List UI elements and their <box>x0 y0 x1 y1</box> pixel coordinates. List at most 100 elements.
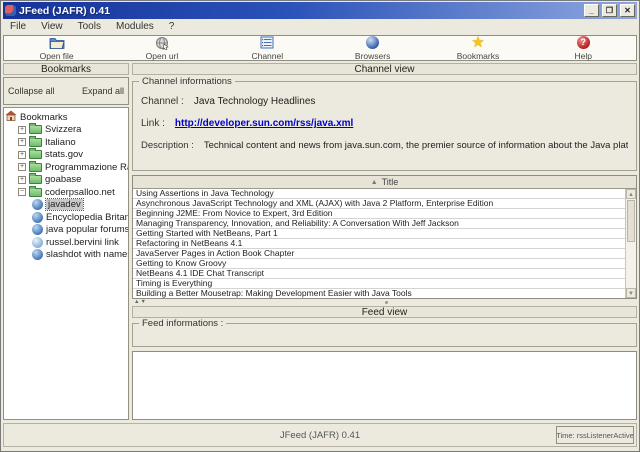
scroll-up-icon[interactable]: ▲ <box>626 189 636 199</box>
tree-folder-label: coderpsalloo.net <box>45 186 115 198</box>
article-row[interactable]: Getting to Know Groovy <box>133 259 625 269</box>
tree-root[interactable]: Bookmarks <box>5 110 127 124</box>
tree-feed-label-selected: javadev <box>45 198 84 212</box>
tree-folder-label: Svizzera <box>45 124 82 136</box>
expand-handle-icon[interactable]: + <box>18 138 26 147</box>
scroll-down-icon[interactable]: ▼ <box>626 288 636 298</box>
tree-feed-label: russel.bervini link <box>46 236 119 248</box>
tree-folder-coderpsalloo[interactable]: − coderpsalloo.net <box>5 185 127 199</box>
folder-icon <box>29 160 42 172</box>
article-row[interactable]: JavaServer Pages in Action Book Chapter <box>133 249 625 259</box>
table-scrollbar[interactable]: ▲ ▼ <box>625 189 636 298</box>
open-file-button[interactable]: Open file <box>17 36 97 61</box>
tree-folder-svizzera[interactable]: + Svizzera <box>5 123 127 137</box>
help-button[interactable]: ? Help <box>543 36 623 61</box>
feed-icon <box>32 211 43 223</box>
feed-icon <box>32 199 43 211</box>
tree-feed-slashdot[interactable]: slashdot with namespace <box>5 249 128 262</box>
channel-label: Channel <box>251 50 284 61</box>
channel-informations-legend: Channel informations <box>139 76 235 87</box>
feed-icon <box>32 249 43 261</box>
menu-modules[interactable]: Modules <box>116 21 154 32</box>
menubar: File View Tools Modules ? <box>3 19 637 34</box>
splitter-handle[interactable] <box>384 301 388 304</box>
status-listener-cell: Time: rssListenerActive <box>556 426 634 444</box>
bookmarks-panel-header: Bookmarks <box>3 63 129 75</box>
expand-all-button[interactable]: Expand all <box>82 86 124 96</box>
bookmarks-button[interactable]: ★ Bookmarks <box>438 35 518 61</box>
channel-link[interactable]: http://developer.sun.com/rss/java.xml <box>175 118 353 129</box>
tree-feed-label: java popular forums <box>46 224 129 236</box>
channel-view-panel: Channel view Channel informations Channe… <box>132 63 637 420</box>
feed-content-area[interactable] <box>132 351 637 420</box>
link-row: Link : http://developer.sun.com/rss/java… <box>141 118 628 129</box>
feed-informations-legend: Feed informations : <box>139 318 227 329</box>
help-icon: ? <box>576 36 590 50</box>
collapse-all-button[interactable]: Collapse all <box>8 86 55 96</box>
bookmarks-tree[interactable]: Bookmarks + Svizzera + Italiano + stats.… <box>3 107 129 420</box>
folder-icon <box>29 173 42 185</box>
splitter-down-icon[interactable]: ▼ <box>140 299 146 305</box>
folder-icon <box>29 148 42 160</box>
article-row[interactable]: Managing Transparency, Innovation, and R… <box>133 219 625 229</box>
tree-folder-goabase[interactable]: + goabase <box>5 173 127 187</box>
tree-feed-britannica[interactable]: Encyclopedia Britannica <box>5 211 128 224</box>
article-row[interactable]: NetBeans 4.1 IDE Chat Transcript <box>133 269 625 279</box>
tree-feed-russel-bervini[interactable]: russel.bervini link <box>5 236 127 249</box>
channel-button[interactable]: Channel <box>227 36 307 61</box>
window-title: JFeed (JAFR) 0.41 <box>19 4 111 17</box>
collapse-handle-icon[interactable]: − <box>18 188 26 197</box>
horizontal-splitter[interactable]: ▲ ▼ <box>132 299 637 306</box>
article-row[interactable]: Timing is Everything <box>133 279 625 289</box>
tree-feed-javadev[interactable]: javadev <box>5 198 127 212</box>
channel-informations-group: Channel informations Channel : Java Tech… <box>132 76 637 171</box>
description-row: Description : Technical content and news… <box>141 140 628 151</box>
channel-row: Channel : Java Technology Headlines <box>141 96 628 107</box>
article-row[interactable]: Using Assertions in Java Technology <box>133 189 625 199</box>
expand-handle-icon[interactable]: + <box>18 175 26 184</box>
article-row[interactable]: Building a Better Mousetrap: Making Deve… <box>133 289 625 298</box>
browsers-label: Browsers <box>354 50 391 61</box>
article-row[interactable]: Refactoring in NetBeans 4.1 <box>133 239 625 249</box>
main-splitpane: Bookmarks Collapse all Expand all Bookma… <box>3 63 637 420</box>
folder-icon <box>29 135 42 147</box>
menu-tools[interactable]: Tools <box>78 21 101 32</box>
bookmarks-label: Bookmarks <box>456 50 500 61</box>
article-row[interactable]: Asynchronous JavaScript Technology and X… <box>133 199 625 209</box>
title-column-label: Title <box>381 177 399 187</box>
minimize-button[interactable]: _ <box>584 4 599 17</box>
tree-feed-label: slashdot with namespace <box>46 249 128 261</box>
open-url-label: Open url <box>145 50 179 61</box>
maximize-button[interactable]: ❐ <box>602 4 617 17</box>
title-column-header[interactable]: ▲ Title <box>133 176 636 189</box>
article-row[interactable]: Getting Started with NetBeans, Part 1 <box>133 229 625 239</box>
browsers-button[interactable]: Browsers <box>333 36 413 61</box>
close-button[interactable]: ✕ <box>620 4 635 17</box>
tree-folder-stats-gov[interactable]: + stats.gov <box>5 148 127 162</box>
folder-icon <box>29 123 42 135</box>
app-icon <box>5 5 16 16</box>
home-icon <box>5 110 17 124</box>
menu-help[interactable]: ? <box>169 21 175 32</box>
description-label: Description : <box>141 140 194 151</box>
tree-folder-label: Italiano <box>45 136 76 148</box>
tree-folder-italiano[interactable]: + Italiano <box>5 135 127 149</box>
browsers-icon <box>366 36 380 50</box>
tree-feed-label: Encyclopedia Britannica <box>46 211 128 223</box>
expand-handle-icon[interactable]: + <box>18 125 26 134</box>
open-file-icon <box>49 36 65 50</box>
sort-asc-icon: ▲ <box>370 178 378 186</box>
link-label: Link : <box>141 118 165 129</box>
tree-feed-java-forums[interactable]: java popular forums <box>5 224 129 237</box>
tree-folder-programmazione[interactable]: + Programmazione Rawel <box>5 160 128 174</box>
expand-handle-icon[interactable]: + <box>18 163 26 172</box>
open-url-button[interactable]: Open url <box>122 36 202 61</box>
expand-handle-icon[interactable]: + <box>18 150 26 159</box>
articles-table: ▲ Title Using Assertions in Java Technol… <box>132 175 637 299</box>
menu-view[interactable]: View <box>41 21 63 32</box>
feed-informations-group: Feed informations : <box>132 318 637 347</box>
article-row[interactable]: Beginning J2ME: From Novice to Expert, 3… <box>133 209 625 219</box>
feed-icon <box>32 224 43 236</box>
menu-file[interactable]: File <box>10 21 26 32</box>
scrollbar-thumb[interactable] <box>627 200 635 242</box>
